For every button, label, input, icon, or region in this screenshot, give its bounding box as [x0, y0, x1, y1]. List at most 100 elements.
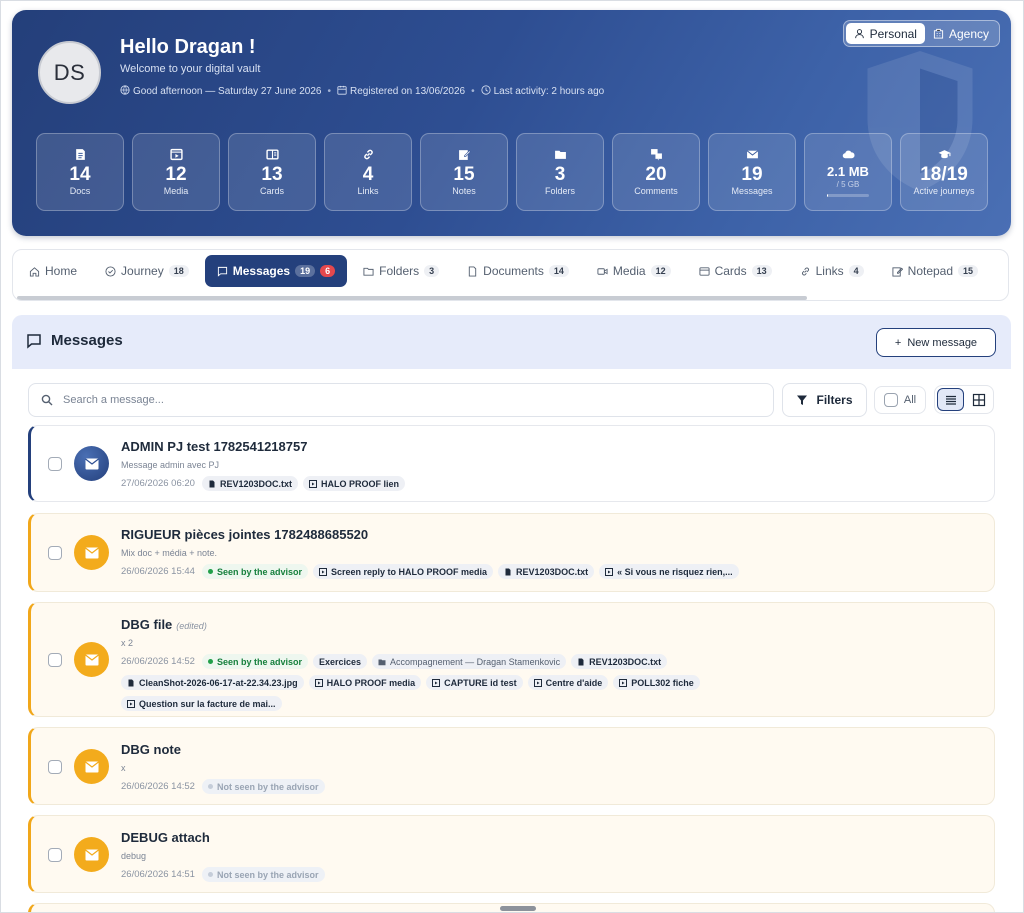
message-card[interactable]: ADMIN PJ test 1782541218757 Message admi…: [28, 425, 995, 502]
message-desc: x: [121, 763, 126, 773]
tab-count: 15: [958, 265, 979, 277]
attachment-chip[interactable]: REV1203DOC.txt: [498, 564, 595, 579]
tab-media[interactable]: Media 12: [585, 255, 683, 287]
tab-home[interactable]: Home: [17, 255, 89, 287]
tab-journey[interactable]: Journey 18: [93, 255, 201, 287]
media-icon: [319, 567, 327, 576]
message-checkbox[interactable]: [48, 653, 62, 667]
seen-status-badge: Seen by the advisor: [201, 564, 308, 579]
journey-chip[interactable]: Exercices: [313, 654, 368, 669]
media-icon: [432, 678, 441, 687]
attachment-chip[interactable]: Question sur la facture de mai...: [121, 696, 282, 711]
stat-journeys[interactable]: 18/19 Active journeys: [900, 133, 988, 211]
link-icon: [363, 149, 373, 160]
folder-icon: [554, 150, 566, 159]
avatar[interactable]: DS: [38, 41, 101, 104]
message-title: RIGUEUR pièces jointes 1782488685520: [121, 527, 369, 542]
check-circle-icon: [105, 265, 116, 277]
folder-icon: [378, 659, 386, 665]
hero-meta: Good afternoon — Saturday 27 June 2026 •…: [120, 85, 604, 97]
document-icon: [469, 265, 477, 277]
card-icon: [265, 149, 279, 160]
attachment-chip[interactable]: POLL302 fiche: [613, 675, 700, 690]
mail-icon: [74, 535, 109, 570]
calendar-icon: [337, 85, 347, 95]
stat-storage[interactable]: 2.1 MB / 5 GB: [804, 133, 892, 211]
avatar-initials: DS: [53, 59, 86, 85]
mail-icon: [74, 837, 109, 872]
select-all[interactable]: All: [874, 386, 926, 414]
dashboard-hero: DS Hello Dragan ! Welcome to your digita…: [12, 10, 1011, 236]
message-card[interactable]: DBG note x 26/06/2026 14:52 Not seen by …: [28, 727, 995, 805]
stat-docs[interactable]: 14 Docs: [36, 133, 124, 211]
cloud-icon: [842, 150, 855, 158]
stat-cards[interactable]: 13 Cards: [228, 133, 316, 211]
meta-time: Good afternoon — Saturday 27 June 2026: [120, 85, 321, 97]
message-date: 27/06/2026 06:20: [121, 478, 195, 489]
stat-links[interactable]: 4 Links: [324, 133, 412, 211]
attachment-chip[interactable]: HALO PROOF lien: [303, 476, 406, 491]
attachment-chip[interactable]: Centre d'aide: [527, 675, 609, 690]
message-desc: Message admin avec PJ: [121, 460, 220, 470]
tab-documents[interactable]: Documents 14: [455, 255, 581, 287]
account-switch: Personal Agency: [842, 20, 1000, 47]
message-checkbox[interactable]: [48, 546, 62, 560]
list-view-button[interactable]: [937, 388, 964, 411]
message-card[interactable]: DBG file (edited) x 2 26/06/2026 14:52 Se…: [28, 602, 995, 717]
tab-count: 19: [295, 265, 316, 277]
globe-icon: [120, 85, 130, 95]
attachment-chip[interactable]: CleanShot-2026-06-17-at-22.34.23.jpg: [121, 675, 304, 690]
agency-toggle[interactable]: Agency: [925, 23, 997, 44]
folder-chip[interactable]: Accompagnement — Dragan Stamenkovic: [372, 654, 567, 669]
grid-view-button[interactable]: [966, 388, 991, 411]
tab-count: 4: [848, 265, 864, 277]
message-checkbox[interactable]: [48, 760, 62, 774]
tab-folders[interactable]: Folders 3: [351, 255, 451, 287]
tab-count: 13: [751, 265, 772, 277]
attachment-chip[interactable]: « Si vous ne risquez rien,...: [599, 564, 739, 579]
search-input[interactable]: [63, 394, 743, 406]
media-icon: [533, 678, 542, 687]
attachment-chip[interactable]: Screen reply to HALO PROOF media: [313, 564, 494, 579]
message-checkbox[interactable]: [48, 848, 62, 862]
media-icon: [605, 567, 614, 576]
stat-media[interactable]: 12 Media: [132, 133, 220, 211]
mail-icon: [74, 446, 109, 481]
search-icon: [41, 394, 53, 406]
document-icon: [75, 149, 85, 160]
stat-messages[interactable]: 19 Messages: [708, 133, 796, 211]
scroll-handle[interactable]: [500, 906, 536, 911]
attachment-chip[interactable]: CAPTURE id test: [426, 675, 523, 690]
tabs-scrollbar[interactable]: [17, 296, 807, 300]
message-icon: [217, 266, 227, 277]
new-message-button[interactable]: + New message: [876, 328, 996, 357]
file-icon: [209, 480, 215, 487]
personal-toggle[interactable]: Personal: [845, 23, 925, 44]
message-checkbox[interactable]: [48, 457, 62, 471]
stat-comments[interactable]: 20 Comments: [612, 133, 700, 211]
messages-panel-header: Messages + New message: [12, 315, 1011, 369]
file-icon: [505, 568, 511, 575]
message-date: 26/06/2026 15:44: [121, 566, 195, 577]
message-desc: x 2: [121, 638, 134, 648]
tab-notepad[interactable]: Notepad 15: [880, 255, 990, 287]
tab-cards[interactable]: Cards 13: [687, 255, 784, 287]
filter-icon: [797, 395, 808, 405]
message-card[interactable]: DEBUG attach debug 26/06/2026 14:51 Not …: [28, 815, 995, 893]
attachment-chip[interactable]: REV1203DOC.txt: [571, 654, 668, 669]
select-all-checkbox[interactable]: [883, 393, 898, 407]
tab-links[interactable]: Links 4: [788, 255, 876, 287]
message-desc: debug: [121, 851, 147, 861]
meta-registered: Registered on 13/06/2026: [337, 85, 465, 97]
attachment-chip[interactable]: HALO PROOF media: [308, 675, 422, 690]
tab-count: 18: [168, 265, 189, 277]
clock-icon: [481, 85, 491, 95]
note-edit-icon: [892, 266, 903, 277]
filters-button[interactable]: Filters: [782, 383, 867, 417]
attachment-chip[interactable]: REV1203DOC.txt: [201, 476, 298, 491]
message-card[interactable]: RIGUEUR pièces jointes 1782488685520 Mix…: [28, 513, 995, 592]
stat-notes[interactable]: 15 Notes: [420, 133, 508, 211]
stat-folders[interactable]: 3 Folders: [516, 133, 604, 211]
note-edit-icon: [458, 150, 471, 160]
tab-messages[interactable]: Messages 19 6: [204, 255, 348, 287]
